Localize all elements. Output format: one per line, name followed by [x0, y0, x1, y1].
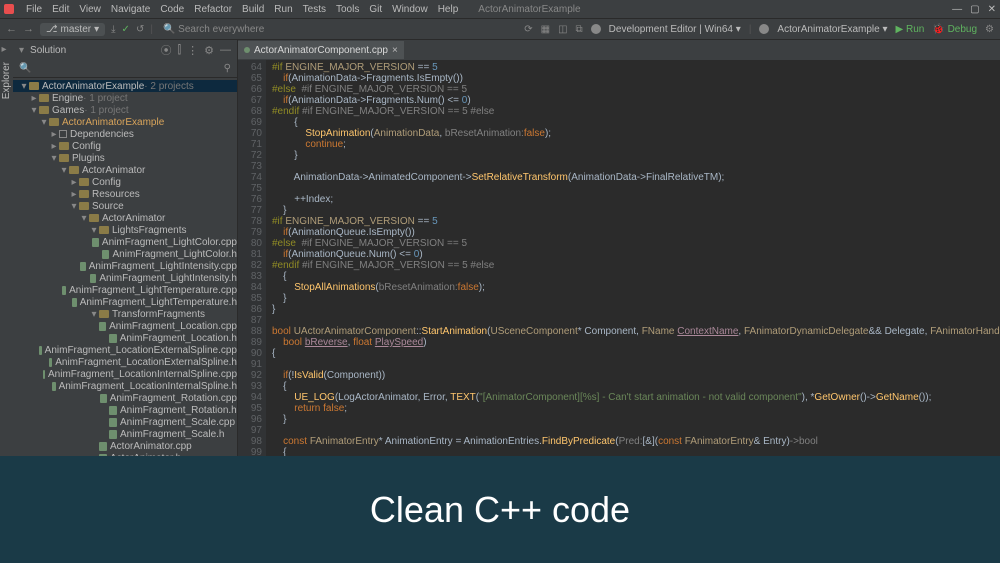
- menu-edit[interactable]: Edit: [52, 4, 69, 15]
- editor-area: ActorAnimatorComponent.cpp × ✓ ⚠ 1 ^ ⋮ 6…: [238, 40, 1000, 456]
- menu-navigate[interactable]: Navigate: [111, 4, 150, 15]
- tree-item[interactable]: AnimFragment_Scale.cpp: [13, 416, 237, 428]
- refresh-icon[interactable]: ⟳: [524, 24, 532, 35]
- tree-item[interactable]: ▾TransformFragments: [13, 308, 237, 320]
- menu-git[interactable]: Git: [369, 4, 382, 15]
- project-tool-icon[interactable]: ▸: [2, 44, 12, 54]
- run-button[interactable]: ▶ Run: [896, 24, 925, 35]
- link-icon[interactable]: ⧉: [576, 24, 583, 35]
- menu-run[interactable]: Run: [274, 4, 292, 15]
- panel-title: Solution: [30, 45, 155, 56]
- tree-item[interactable]: AnimFragment_LocationExternalSpline.h: [13, 356, 237, 368]
- filter-icon[interactable]: ⫿: [178, 44, 182, 57]
- collapse-icon[interactable]: ⋮: [187, 44, 198, 57]
- tree-item[interactable]: ▸Config: [13, 140, 237, 152]
- tree-item[interactable]: AnimFragment_Location.h: [13, 332, 237, 344]
- menu-build[interactable]: Build: [242, 4, 264, 15]
- hide-panel-icon[interactable]: —: [220, 44, 231, 56]
- menu-file[interactable]: File: [26, 4, 42, 15]
- tree-item[interactable]: ▾ActorAnimatorExample: [13, 116, 237, 128]
- vcs-update-icon[interactable]: ⤓: [111, 24, 115, 35]
- menu-window[interactable]: Window: [392, 4, 428, 15]
- tree-item[interactable]: AnimFragment_LightIntensity.h: [13, 272, 237, 284]
- close-icon[interactable]: ✕: [988, 4, 996, 15]
- scope-icon[interactable]: ⦿: [161, 42, 172, 58]
- run-target[interactable]: ActorAnimatorExample ▾: [777, 24, 887, 35]
- tree-item[interactable]: ▸Dependencies: [13, 128, 237, 140]
- editor-tab[interactable]: ActorAnimatorComponent.cpp ×: [238, 41, 404, 59]
- window-controls: — ▢ ✕: [952, 4, 996, 15]
- tree-item[interactable]: AnimFragment_LocationInternalSpline.cpp: [13, 368, 237, 380]
- tree-item[interactable]: AnimFragment_LocationInternalSpline.h: [13, 380, 237, 392]
- tree-item[interactable]: AnimFragment_Rotation.h: [13, 404, 237, 416]
- minimize-icon[interactable]: —: [952, 4, 962, 15]
- vcs-branch[interactable]: ⎇ master ▾: [40, 23, 105, 36]
- solution-panel: ▾ Solution ⦿ ⫿ ⋮ ⚙ — 🔍 ⚲ ▾ActorAnimatorE…: [13, 40, 238, 456]
- tree-item[interactable]: ▸Config: [13, 176, 237, 188]
- close-tab-icon[interactable]: ×: [392, 45, 398, 56]
- tree-item[interactable]: AnimFragment_LightColor.h: [13, 248, 237, 260]
- search-everywhere[interactable]: 🔍 Search everywhere: [163, 24, 264, 35]
- toolbar: ← → ⎇ master ▾ ⤓ ✓ ↺ | 🔍 Search everywhe…: [0, 18, 1000, 40]
- debug-button[interactable]: 🐞 Debug: [932, 24, 977, 35]
- tree-item[interactable]: ▾ActorAnimatorExample · 2 projects: [13, 80, 237, 92]
- titlebar: File Edit View Navigate Code Refactor Build Run…: [0, 0, 1000, 18]
- settings-panel-icon[interactable]: ⚙: [204, 44, 214, 57]
- tree-item[interactable]: ▾ActorAnimator: [13, 164, 237, 176]
- vcs-commit-icon[interactable]: ✓: [122, 24, 130, 35]
- tree-item[interactable]: ActorAnimator.cpp: [13, 440, 237, 452]
- solution-search-input[interactable]: [35, 63, 219, 74]
- cube-icon[interactable]: ▦: [541, 24, 550, 35]
- menu-tests[interactable]: Tests: [303, 4, 326, 15]
- tree-item[interactable]: ▾ActorAnimator: [13, 212, 237, 224]
- left-tool-strip: ▸ Explorer: [0, 40, 13, 456]
- unreal-icon: [591, 24, 601, 34]
- vcs-history-icon[interactable]: ↺: [136, 24, 144, 35]
- cube2-icon[interactable]: ◫: [558, 24, 567, 35]
- menu-refactor[interactable]: Refactor: [194, 4, 232, 15]
- tree-item[interactable]: AnimFragment_LightIntensity.cpp: [13, 260, 237, 272]
- build-config[interactable]: Development Editor | Win64 ▾: [609, 24, 741, 35]
- banner-text: Clean C++ code: [370, 489, 630, 531]
- tab-filename: ActorAnimatorComponent.cpp: [254, 45, 388, 56]
- caption-banner: Clean C++ code: [0, 456, 1000, 563]
- menu-view[interactable]: View: [79, 4, 101, 15]
- tree-item[interactable]: ▾Source: [13, 200, 237, 212]
- tree-item[interactable]: AnimFragment_LightColor.cpp: [13, 236, 237, 248]
- code-editor[interactable]: 6465666768697071727374757677787980818283…: [238, 60, 1000, 456]
- menu-tools[interactable]: Tools: [336, 4, 359, 15]
- tree-item[interactable]: ▾Games · 1 project: [13, 104, 237, 116]
- app-logo: [4, 4, 14, 14]
- tree-item[interactable]: AnimFragment_LocationExternalSpline.cpp: [13, 344, 237, 356]
- tree-item[interactable]: ▾LightsFragments: [13, 224, 237, 236]
- search-icon: 🔍: [19, 63, 31, 74]
- menu-code[interactable]: Code: [160, 4, 184, 15]
- tree-item[interactable]: AnimFragment_Location.cpp: [13, 320, 237, 332]
- tree-item[interactable]: AnimFragment_Scale.h: [13, 428, 237, 440]
- line-gutter: 6465666768697071727374757677787980818283…: [238, 60, 266, 456]
- search-options-icon[interactable]: ⚲: [224, 63, 231, 74]
- explorer-tab[interactable]: Explorer: [0, 58, 13, 103]
- solution-switcher-icon[interactable]: ▾: [19, 45, 24, 56]
- tree-item[interactable]: AnimFragment_LightTemperature.h: [13, 296, 237, 308]
- tree-item[interactable]: ▸Resources: [13, 188, 237, 200]
- menu-help[interactable]: Help: [438, 4, 459, 15]
- solution-tree[interactable]: ▾ActorAnimatorExample · 2 projects▸Engin…: [13, 78, 237, 456]
- tree-item[interactable]: ▸Engine · 1 project: [13, 92, 237, 104]
- tree-item[interactable]: ▾Plugins: [13, 152, 237, 164]
- nav-back-icon[interactable]: ←: [6, 23, 17, 35]
- tree-item[interactable]: AnimFragment_Rotation.cpp: [13, 392, 237, 404]
- tree-item[interactable]: AnimFragment_LightTemperature.cpp: [13, 284, 237, 296]
- nav-fwd-icon[interactable]: →: [23, 23, 34, 35]
- target-icon: [759, 24, 769, 34]
- maximize-icon[interactable]: ▢: [970, 4, 979, 15]
- code-content[interactable]: #if ENGINE_MAJOR_VERSION == 5 if(Animati…: [266, 60, 1000, 456]
- editor-tabs: ActorAnimatorComponent.cpp × ✓ ⚠ 1 ^ ⋮: [238, 40, 1000, 60]
- main-menu: File Edit View Navigate Code Refactor Build Run…: [26, 4, 458, 15]
- file-type-icon: [244, 47, 250, 53]
- settings-icon[interactable]: ⚙: [985, 24, 994, 35]
- project-name: ActorAnimatorExample: [478, 4, 580, 15]
